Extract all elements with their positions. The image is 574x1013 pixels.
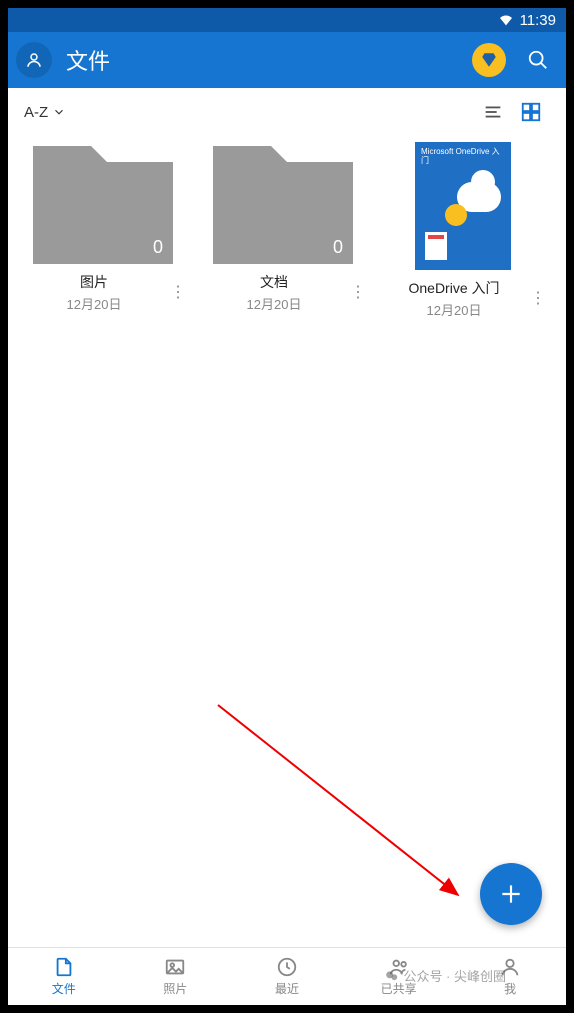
grid-icon — [520, 101, 542, 123]
diamond-icon — [480, 51, 498, 69]
status-bar: 11:39 — [8, 8, 566, 32]
folder-icon: 0 — [213, 162, 353, 264]
page-title: 文件 — [66, 44, 472, 76]
folder-count: 0 — [333, 237, 343, 258]
plus-icon — [498, 881, 524, 907]
wifi-icon — [498, 12, 514, 28]
list-view-button[interactable] — [474, 93, 512, 131]
item-more-button[interactable]: ⋮ — [530, 278, 548, 308]
folder-icon: 0 — [33, 162, 173, 264]
file-grid: 0 图片 12月20日 ⋮ 0 — [18, 142, 556, 319]
document-thumbnail-title: Microsoft OneDrive 入门 — [421, 148, 505, 166]
file-item[interactable]: Microsoft OneDrive 入门 OneDrive 入门 12月20日… — [378, 142, 548, 319]
content-area: 0 图片 12月20日 ⋮ 0 — [8, 136, 566, 947]
watermark-text: 公众号 · 尖峰创圈 — [403, 966, 506, 985]
app-bar: 文件 — [8, 32, 566, 88]
sort-label-text: A-Z — [24, 104, 48, 121]
folder-item[interactable]: 0 文档 12月20日 ⋮ — [198, 142, 368, 319]
item-date: 12月20日 — [18, 294, 170, 313]
nav-label: 最近 — [275, 980, 299, 997]
premium-button[interactable] — [472, 43, 506, 77]
status-time: 11:39 — [520, 12, 556, 29]
watermark: 公众号 · 尖峰创圈 — [385, 966, 506, 985]
search-icon — [527, 49, 549, 71]
item-name: 图片 — [18, 272, 170, 292]
nav-files[interactable]: 文件 — [8, 948, 120, 1005]
item-date: 12月20日 — [198, 294, 350, 313]
nav-photos[interactable]: 照片 — [120, 948, 232, 1005]
nav-label: 照片 — [163, 980, 187, 997]
grid-view-button[interactable] — [512, 93, 550, 131]
item-name: 文档 — [198, 272, 350, 292]
chevron-down-icon — [52, 105, 66, 119]
document-thumbnail: Microsoft OneDrive 入门 — [415, 142, 511, 270]
page-icon — [425, 232, 447, 260]
nav-recent[interactable]: 最近 — [231, 948, 343, 1005]
search-button[interactable] — [518, 40, 558, 80]
add-fab[interactable] — [480, 863, 542, 925]
photo-icon — [164, 956, 186, 978]
list-icon — [482, 101, 504, 123]
nav-label: 文件 — [52, 980, 76, 997]
file-icon — [53, 956, 75, 978]
folder-count: 0 — [153, 237, 163, 258]
sort-dropdown[interactable]: A-Z — [24, 104, 66, 121]
item-date: 12月20日 — [378, 300, 530, 319]
wechat-icon — [385, 969, 399, 983]
person-icon — [25, 51, 43, 69]
sun-icon — [445, 204, 467, 226]
item-name: OneDrive 入门 — [378, 278, 530, 298]
folder-item[interactable]: 0 图片 12月20日 ⋮ — [18, 142, 188, 319]
account-avatar-button[interactable] — [16, 42, 52, 78]
sort-view-row: A-Z — [8, 88, 566, 136]
item-more-button[interactable]: ⋮ — [350, 272, 368, 302]
clock-icon — [276, 956, 298, 978]
item-more-button[interactable]: ⋮ — [170, 272, 188, 302]
